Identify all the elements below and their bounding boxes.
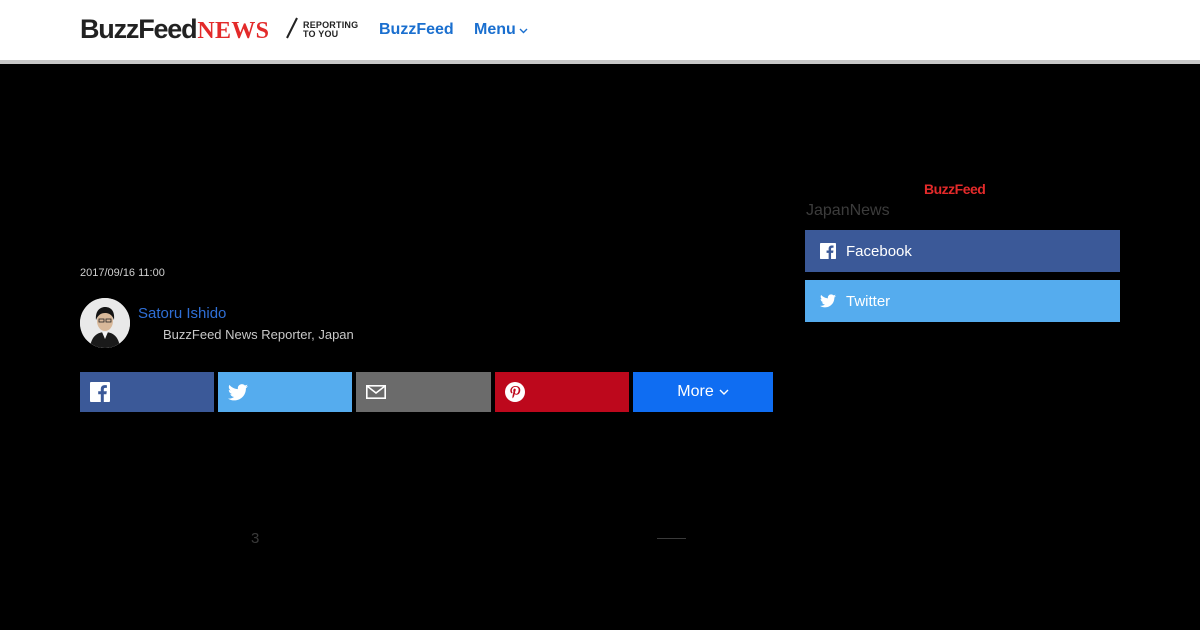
twitter-icon — [228, 383, 248, 400]
author-title: BuzzFeed News Reporter, Japan — [163, 327, 354, 342]
tagline-line2: TO YOU — [303, 29, 339, 39]
share-bar: More — [80, 372, 773, 412]
author-avatar[interactable] — [80, 298, 130, 348]
nav-buzzfeed-link[interactable]: BuzzFeed — [379, 20, 454, 40]
share-facebook-button[interactable] — [80, 372, 214, 412]
avatar-portrait — [80, 298, 130, 348]
chevron-down-icon — [719, 389, 729, 395]
page-number: 3 — [251, 530, 260, 547]
nav-menu-button[interactable]: Menu — [474, 20, 528, 40]
sidebar-buzzfeed-logo: BuzzFeed — [924, 181, 986, 197]
follow-facebook-label: Facebook — [846, 242, 912, 260]
facebook-icon — [820, 243, 836, 259]
slash-icon — [286, 17, 298, 39]
share-more-button[interactable]: More — [633, 372, 773, 412]
nav-menu-label: Menu — [474, 21, 516, 38]
share-more-label: More — [677, 383, 714, 400]
chevron-down-icon — [519, 28, 528, 34]
share-twitter-button[interactable] — [218, 372, 352, 412]
follow-twitter-label: Twitter — [846, 292, 891, 310]
author-name-link[interactable]: Satoru Ishido — [138, 305, 226, 322]
follow-twitter-button[interactable]: Twitter — [805, 280, 1120, 322]
sidebar-heading: JapanNews — [806, 202, 890, 219]
twitter-icon — [820, 294, 836, 308]
pinterest-icon — [505, 382, 525, 402]
publish-timestamp: 2017/09/16 11:00 — [80, 267, 165, 279]
logo-news-text: NEWS — [197, 18, 270, 44]
logo-buzzfeed-text: BuzzFeed — [80, 14, 198, 44]
site-header: BuzzFeed NEWS REPORTING TO YOU BuzzFeed … — [0, 0, 1200, 64]
share-pinterest-button[interactable] — [495, 372, 629, 412]
separator-line — [657, 538, 686, 539]
email-icon — [366, 385, 386, 399]
follow-facebook-button[interactable]: Facebook — [805, 230, 1120, 272]
facebook-icon — [90, 382, 110, 402]
tagline: REPORTING TO YOU — [303, 21, 358, 39]
share-email-button[interactable] — [356, 372, 491, 412]
buzzfeed-news-logo[interactable]: BuzzFeed NEWS — [80, 14, 269, 44]
